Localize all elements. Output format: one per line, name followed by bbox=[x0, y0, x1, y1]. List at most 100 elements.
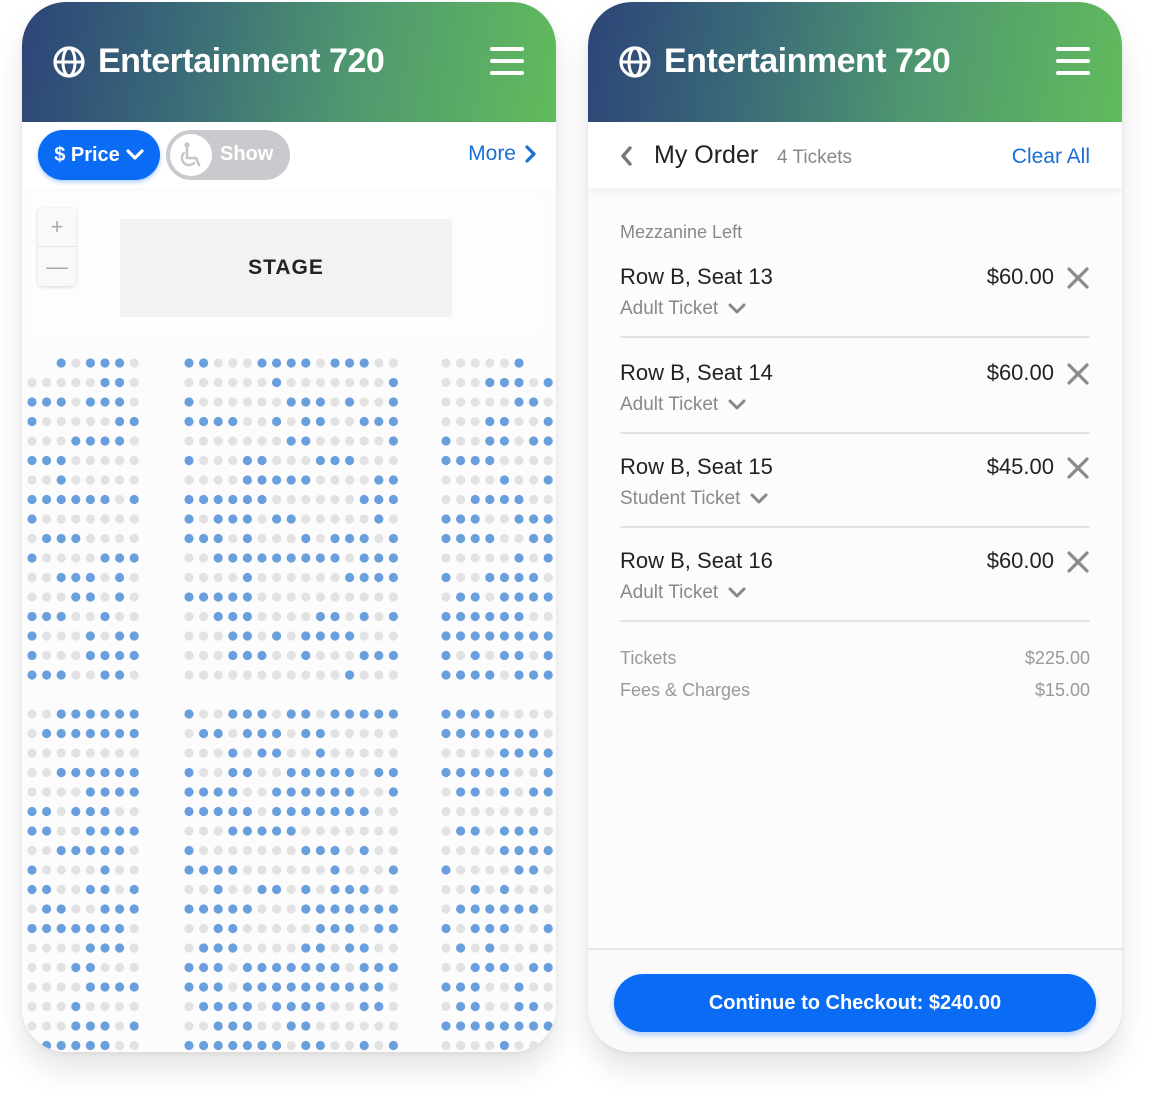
seat-available[interactable] bbox=[184, 592, 194, 602]
seat-available[interactable] bbox=[301, 787, 311, 797]
seat-available[interactable] bbox=[27, 494, 37, 505]
seat-available[interactable] bbox=[100, 904, 110, 914]
seat-available[interactable] bbox=[184, 962, 194, 973]
seat-available[interactable] bbox=[184, 767, 194, 778]
seat-available[interactable] bbox=[27, 884, 37, 895]
seat-available[interactable] bbox=[470, 1021, 480, 1031]
seat-available[interactable] bbox=[56, 1040, 66, 1051]
seat-available[interactable] bbox=[374, 494, 384, 505]
seat-available[interactable] bbox=[42, 494, 52, 505]
seat-available[interactable] bbox=[301, 982, 311, 992]
seat-available[interactable] bbox=[27, 650, 37, 661]
seat-available[interactable] bbox=[330, 611, 340, 622]
seat-available[interactable] bbox=[359, 845, 369, 856]
seat-available[interactable] bbox=[199, 982, 209, 992]
seat-available[interactable] bbox=[514, 865, 524, 875]
seat-available[interactable] bbox=[85, 943, 95, 953]
seat-available[interactable] bbox=[456, 1001, 466, 1012]
seat-available[interactable] bbox=[257, 982, 267, 992]
seat-available[interactable] bbox=[499, 845, 509, 856]
seat-available[interactable] bbox=[543, 592, 553, 602]
seat-available[interactable] bbox=[529, 514, 539, 524]
seat-available[interactable] bbox=[42, 611, 52, 622]
seat-available[interactable] bbox=[213, 865, 223, 875]
seat-available[interactable] bbox=[374, 416, 384, 427]
seat-available[interactable] bbox=[315, 845, 325, 856]
seat-available[interactable] bbox=[71, 572, 81, 583]
seat-available[interactable] bbox=[301, 767, 311, 778]
seat-available[interactable] bbox=[242, 533, 252, 544]
seat-available[interactable] bbox=[301, 475, 311, 485]
seat-available[interactable] bbox=[499, 436, 509, 446]
seat-available[interactable] bbox=[42, 455, 52, 466]
seat-available[interactable] bbox=[529, 728, 539, 739]
seat-available[interactable] bbox=[470, 884, 480, 895]
seat-available[interactable] bbox=[301, 436, 311, 446]
seat-available[interactable] bbox=[359, 1001, 369, 1012]
seat-available[interactable] bbox=[85, 767, 95, 778]
seat-available[interactable] bbox=[129, 767, 139, 778]
seat-available[interactable] bbox=[315, 904, 325, 914]
seat-available[interactable] bbox=[100, 1040, 110, 1051]
seat-available[interactable] bbox=[213, 592, 223, 602]
seat-available[interactable] bbox=[456, 767, 466, 778]
seat-available[interactable] bbox=[345, 767, 355, 778]
seat-available[interactable] bbox=[42, 670, 52, 680]
seat-available[interactable] bbox=[213, 728, 223, 739]
seat-available[interactable] bbox=[115, 767, 125, 778]
seat-available[interactable] bbox=[56, 397, 66, 407]
seat-available[interactable] bbox=[499, 884, 509, 895]
seat-available[interactable] bbox=[456, 514, 466, 524]
seat-available[interactable] bbox=[85, 884, 95, 895]
seat-available[interactable] bbox=[315, 767, 325, 778]
seat-available[interactable] bbox=[485, 767, 495, 778]
seat-available[interactable] bbox=[286, 1021, 296, 1031]
seat-available[interactable] bbox=[71, 1001, 81, 1012]
seat-available[interactable] bbox=[441, 455, 451, 466]
seat-available[interactable] bbox=[228, 865, 238, 875]
seat-available[interactable] bbox=[115, 592, 125, 602]
seat-available[interactable] bbox=[71, 592, 81, 602]
seat-available[interactable] bbox=[27, 611, 37, 622]
seat-available[interactable] bbox=[374, 572, 384, 583]
seat-available[interactable] bbox=[441, 923, 451, 934]
seat-available[interactable] bbox=[485, 923, 495, 934]
seat-available[interactable] bbox=[56, 533, 66, 544]
seat-available[interactable] bbox=[441, 611, 451, 622]
seat-available[interactable] bbox=[199, 533, 209, 544]
seat-available[interactable] bbox=[388, 650, 398, 661]
seat-available[interactable] bbox=[529, 533, 539, 544]
seat-available[interactable] bbox=[514, 728, 524, 739]
seat-available[interactable] bbox=[100, 611, 110, 622]
seat-available[interactable] bbox=[257, 1040, 267, 1051]
seat-available[interactable] bbox=[514, 631, 524, 641]
seat-available[interactable] bbox=[485, 377, 495, 388]
seat-available[interactable] bbox=[485, 455, 495, 466]
seat-available[interactable] bbox=[456, 611, 466, 622]
seat-available[interactable] bbox=[330, 806, 340, 817]
seat-available[interactable] bbox=[388, 709, 398, 719]
seat-available[interactable] bbox=[470, 650, 480, 661]
seat-available[interactable] bbox=[129, 631, 139, 641]
seat-available[interactable] bbox=[213, 904, 223, 914]
seat-available[interactable] bbox=[345, 572, 355, 583]
clear-all-button[interactable]: Clear All bbox=[1012, 145, 1090, 169]
seat-available[interactable] bbox=[514, 982, 524, 992]
seat-available[interactable] bbox=[228, 514, 238, 524]
seat-available[interactable] bbox=[345, 943, 355, 953]
seat-available[interactable] bbox=[85, 397, 95, 407]
seat-available[interactable] bbox=[100, 670, 110, 680]
seat-available[interactable] bbox=[345, 670, 355, 680]
seat-available[interactable] bbox=[359, 806, 369, 817]
seat-available[interactable] bbox=[456, 631, 466, 641]
seat-available[interactable] bbox=[272, 806, 282, 817]
seat-available[interactable] bbox=[184, 845, 194, 856]
seat-available[interactable] bbox=[374, 553, 384, 563]
seat-available[interactable] bbox=[529, 787, 539, 797]
seat-available[interactable] bbox=[257, 553, 267, 563]
seat-available[interactable] bbox=[499, 923, 509, 934]
seat-available[interactable] bbox=[213, 1040, 223, 1051]
seat-available[interactable] bbox=[56, 475, 66, 485]
seat-available[interactable] bbox=[129, 494, 139, 505]
seat-available[interactable] bbox=[100, 865, 110, 875]
